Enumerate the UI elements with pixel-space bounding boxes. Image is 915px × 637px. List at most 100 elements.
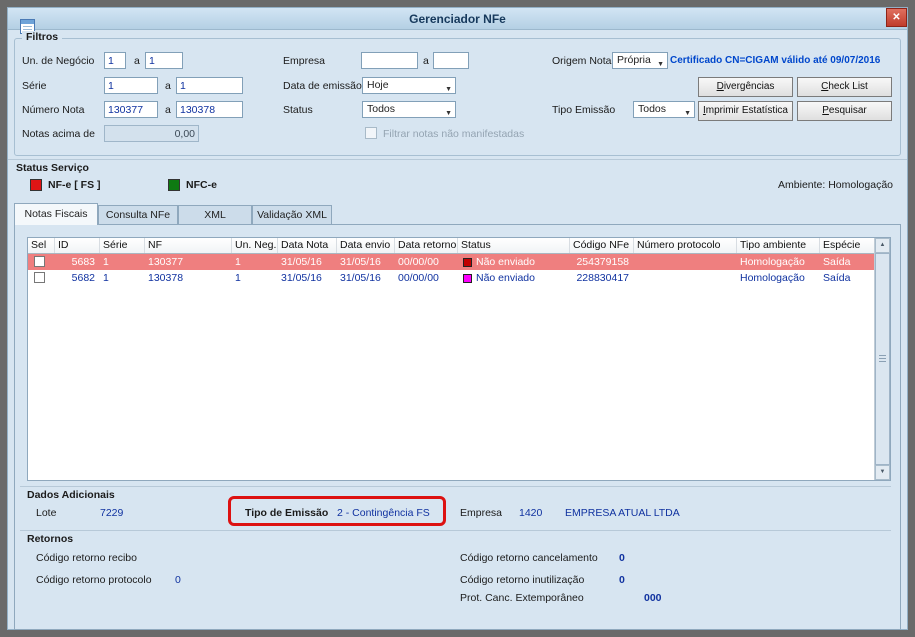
origem-nota-select[interactable]: Própria ▼ [612,52,668,69]
chevron-down-icon: ▼ [445,86,452,93]
status-color-icon [463,257,472,267]
un-negocio-from-input[interactable] [104,52,126,69]
nfce-status-label: NFC-e [186,179,217,191]
notas-acima-input [104,125,199,142]
column-header-sel[interactable]: Sel [28,238,55,253]
scroll-up-arrow-icon[interactable]: ▲ [875,238,890,253]
data-emissao-label: Data de emissão [283,80,362,92]
codigo-retorno-inutilizacao-value: 0 [619,574,625,586]
status-filter-value: Todos [367,103,396,115]
vertical-scrollbar[interactable]: ▲ ▼ [874,238,890,480]
row-serie-cell: 1 [103,272,109,284]
column-header-serie[interactable]: Série [100,238,145,253]
tipo-emissao-select[interactable]: Todos ▼ [633,101,695,118]
row-data-envio-cell: 31/05/16 [340,272,381,284]
row-un-neg-cell: 1 [235,272,241,284]
section-divider [20,486,891,487]
row-id-cell: 5683 [71,256,95,268]
ambiente-label: Ambiente: Homologação [778,179,893,191]
scrollbar-thumb[interactable] [875,253,890,465]
imprimir-estatistica-button[interactable]: Imprimir Estatística [698,101,793,121]
lote-value: 7229 [100,507,124,519]
row-sel-cell [28,254,55,270]
row-data-retorno-cell: 00/00/00 [398,256,439,268]
serie-to-input[interactable] [176,77,243,94]
chevron-down-icon: ▼ [657,61,664,68]
prot-canc-extemporaneo-label: Prot. Canc. Extemporâneo [460,592,584,604]
status-color-icon [463,273,472,283]
row-nf-cell: 130377 [148,256,184,268]
section-divider [20,530,891,531]
pesquisar-button[interactable]: Pesquisar [797,101,892,121]
codigo-retorno-cancelamento-value: 0 [619,552,625,564]
empresa-label: Empresa [460,507,503,519]
row-codigo-nfe-cell: 254379158 [576,256,629,268]
tab-xml[interactable]: XML [178,205,252,225]
column-header-tipo-ambiente[interactable]: Tipo ambiente [737,238,820,253]
empresa-to-input[interactable] [433,52,469,69]
range-sep-label: a [165,104,171,116]
row-checkbox[interactable] [34,272,45,283]
nfe-status-indicator [30,179,42,191]
nfe-status-label: NF-e [ FS ] [48,179,101,191]
origem-nota-value: Própria [617,54,651,66]
annotation-highlight-box [228,496,446,526]
empresa-nome-value: EMPRESA ATUAL LTDA [565,507,680,519]
close-button[interactable]: ✕ [886,8,907,27]
range-sep-label: a [165,80,171,92]
data-emissao-select[interactable]: Hoje ▼ [362,77,456,94]
certificate-status-text: Certificado CN=CIGAM válido até 09/07/20… [670,55,881,66]
table-row[interactable]: 5682 1 130378 1 31/05/16 31/05/16 00/00/… [28,270,874,286]
title-bar[interactable]: Gerenciador NFe [8,8,907,34]
row-protocolo-cell [634,254,737,270]
codigo-retorno-recibo-label: Código retorno recibo [36,552,137,564]
serie-label: Série [22,80,47,92]
row-especie-cell: Saída [823,256,851,268]
divergencias-button[interactable]: Divergências [698,77,793,97]
column-header-data-envio[interactable]: Data envio [337,238,395,253]
column-header-nf[interactable]: NF [145,238,232,253]
chevron-down-icon: ▼ [684,110,691,117]
row-checkbox[interactable] [34,256,45,267]
row-data-envio-cell: 31/05/16 [340,256,381,268]
empresa-from-input[interactable] [361,52,418,69]
status-select[interactable]: Todos ▼ [362,101,456,118]
un-negocio-to-input[interactable] [145,52,183,69]
window-frame: Gerenciador NFe ✕ Filtros Un. de Negócio… [0,0,915,637]
table-header-row: Sel ID Série NF Un. Neg. Data Nota Data … [28,238,874,254]
numero-nota-from-input[interactable] [104,101,158,118]
codigo-retorno-protocolo-label: Código retorno protocolo [36,574,152,586]
status-filter-label: Status [283,104,313,116]
codigo-retorno-protocolo-value: 0 [175,574,181,586]
codigo-retorno-cancelamento-label: Código retorno cancelamento [460,552,598,564]
numero-nota-to-input[interactable] [176,101,243,118]
column-header-status[interactable]: Status [458,238,570,253]
column-header-id[interactable]: ID [55,238,100,253]
row-un-neg-cell: 1 [235,256,241,268]
column-header-codigo-nfe[interactable]: Código NFe [570,238,634,253]
row-protocolo-cell [634,270,737,286]
tab-consulta-nfe[interactable]: Consulta NFe [98,205,178,225]
row-ambiente-cell: Homologação [740,256,805,268]
row-status-cell: Não enviado [458,254,570,270]
check-list-button[interactable]: Check List [797,77,892,97]
row-data-retorno-cell: 00/00/00 [398,272,439,284]
retornos-title: Retornos [27,533,74,545]
range-sep-label: a [134,55,140,67]
column-header-un-neg[interactable]: Un. Neg. [232,238,278,253]
row-serie-cell: 1 [103,256,109,268]
column-header-especie[interactable]: Espécie [820,238,874,253]
column-header-data-retorno[interactable]: Data retorno [395,238,458,253]
range-sep-label: a [423,55,429,67]
status-servico-title: Status Serviço [16,162,89,174]
scroll-down-arrow-icon[interactable]: ▼ [875,465,890,480]
serie-from-input[interactable] [104,77,158,94]
origem-nota-label: Origem Nota [552,55,612,67]
column-header-data-nota[interactable]: Data Nota [278,238,337,253]
tab-validacao-xml[interactable]: Validação XML [252,205,332,225]
table-row-selected[interactable]: 5683 1 130377 1 31/05/16 31/05/16 00/00/… [28,254,874,270]
tab-notas-fiscais[interactable]: Notas Fiscais [14,203,98,225]
notas-table: Sel ID Série NF Un. Neg. Data Nota Data … [27,237,891,481]
row-data-nota-cell: 31/05/16 [281,272,322,284]
column-header-numero-protocolo[interactable]: Número protocolo [634,238,737,253]
